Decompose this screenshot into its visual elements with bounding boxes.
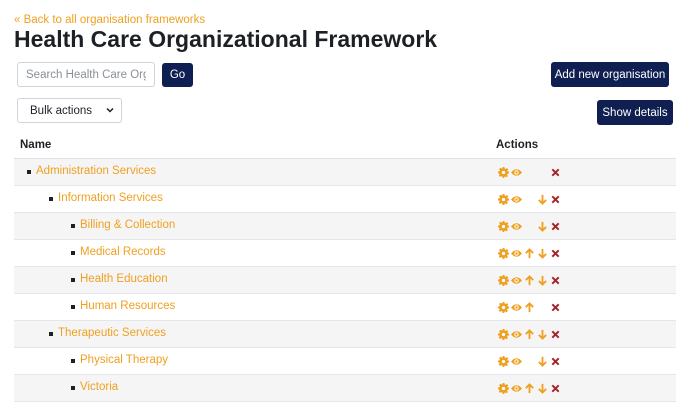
organisation-link[interactable]: Victoria <box>80 381 118 393</box>
delete-icon[interactable] <box>550 356 561 367</box>
table-row: Information Services <box>14 186 676 213</box>
move-down-icon[interactable] <box>537 329 548 340</box>
move-down-icon[interactable] <box>537 248 548 259</box>
move-up-icon[interactable] <box>524 383 535 394</box>
eye-icon[interactable] <box>511 383 522 394</box>
move-up-icon[interactable] <box>524 248 535 259</box>
organisation-link[interactable]: Medical Records <box>80 246 166 258</box>
move-down-icon[interactable] <box>537 221 548 232</box>
organisation-link[interactable]: Information Services <box>58 192 163 204</box>
tree-bullet-icon <box>71 251 75 255</box>
organisation-link[interactable]: Administration Services <box>36 165 156 177</box>
table-row: Therapeutic Services <box>14 321 676 348</box>
gear-icon[interactable] <box>498 275 509 286</box>
delete-icon[interactable] <box>550 329 561 340</box>
table-row: Human Resources <box>14 294 676 321</box>
add-new-organisation-button[interactable]: Add new organisation <box>551 62 669 87</box>
organisation-link[interactable]: Physical Therapy <box>80 354 168 366</box>
eye-icon[interactable] <box>511 221 522 232</box>
eye-icon[interactable] <box>511 356 522 367</box>
tree-bullet-icon <box>71 359 75 363</box>
eye-icon[interactable] <box>511 167 522 178</box>
gear-icon[interactable] <box>498 302 509 313</box>
table-row: Health Education <box>14 267 676 294</box>
gear-icon[interactable] <box>498 248 509 259</box>
organisation-link[interactable]: Human Resources <box>80 300 175 312</box>
tree-bullet-icon <box>27 170 31 174</box>
move-down-icon[interactable] <box>537 356 548 367</box>
move-up-icon[interactable] <box>524 329 535 340</box>
tree-bullet-icon <box>71 386 75 390</box>
organisation-list: Administration Services Information Servi… <box>14 159 676 402</box>
tree-bullet-icon <box>71 305 75 309</box>
table-header: Name Actions <box>14 134 676 160</box>
table-row: Billing & Collection <box>14 213 676 240</box>
table-row: Physical Therapy <box>14 348 676 375</box>
column-header-name: Name <box>20 139 52 151</box>
delete-icon[interactable] <box>550 383 561 394</box>
move-down-icon[interactable] <box>537 194 548 205</box>
bulk-actions-select[interactable]: Bulk actions <box>17 98 122 123</box>
delete-icon[interactable] <box>550 167 561 178</box>
eye-icon[interactable] <box>511 329 522 340</box>
eye-icon[interactable] <box>511 275 522 286</box>
gear-icon[interactable] <box>498 167 509 178</box>
eye-icon[interactable] <box>511 248 522 259</box>
gear-icon[interactable] <box>498 356 509 367</box>
organisation-link[interactable]: Billing & Collection <box>80 219 175 231</box>
gear-icon[interactable] <box>498 194 509 205</box>
chevron-down-icon <box>105 105 115 115</box>
table-row: Medical Records <box>14 240 676 267</box>
move-down-icon[interactable] <box>537 383 548 394</box>
tree-bullet-icon <box>49 332 53 336</box>
organisation-link[interactable]: Therapeutic Services <box>58 327 166 339</box>
tree-bullet-icon <box>71 224 75 228</box>
gear-icon[interactable] <box>498 383 509 394</box>
page-title: Health Care Organizational Framework <box>14 26 438 52</box>
move-up-icon[interactable] <box>524 302 535 313</box>
tree-bullet-icon <box>49 197 53 201</box>
delete-icon[interactable] <box>550 302 561 313</box>
back-to-frameworks-link[interactable]: « Back to all organisation frameworks <box>14 14 205 26</box>
eye-icon[interactable] <box>511 302 522 313</box>
search-input[interactable] <box>17 62 155 87</box>
search-go-button[interactable]: Go <box>162 63 193 87</box>
table-row: Administration Services <box>14 159 676 186</box>
show-details-button[interactable]: Show details <box>597 100 673 125</box>
table-row: Victoria <box>14 375 676 402</box>
delete-icon[interactable] <box>550 275 561 286</box>
delete-icon[interactable] <box>550 221 561 232</box>
column-header-actions: Actions <box>496 139 539 151</box>
gear-icon[interactable] <box>498 221 509 232</box>
move-down-icon[interactable] <box>537 275 548 286</box>
delete-icon[interactable] <box>550 194 561 205</box>
tree-bullet-icon <box>71 278 75 282</box>
gear-icon[interactable] <box>498 329 509 340</box>
bulk-actions-selected-value: Bulk actions <box>30 104 93 117</box>
organisation-link[interactable]: Health Education <box>80 273 168 285</box>
move-up-icon[interactable] <box>524 275 535 286</box>
delete-icon[interactable] <box>550 248 561 259</box>
eye-icon[interactable] <box>511 194 522 205</box>
